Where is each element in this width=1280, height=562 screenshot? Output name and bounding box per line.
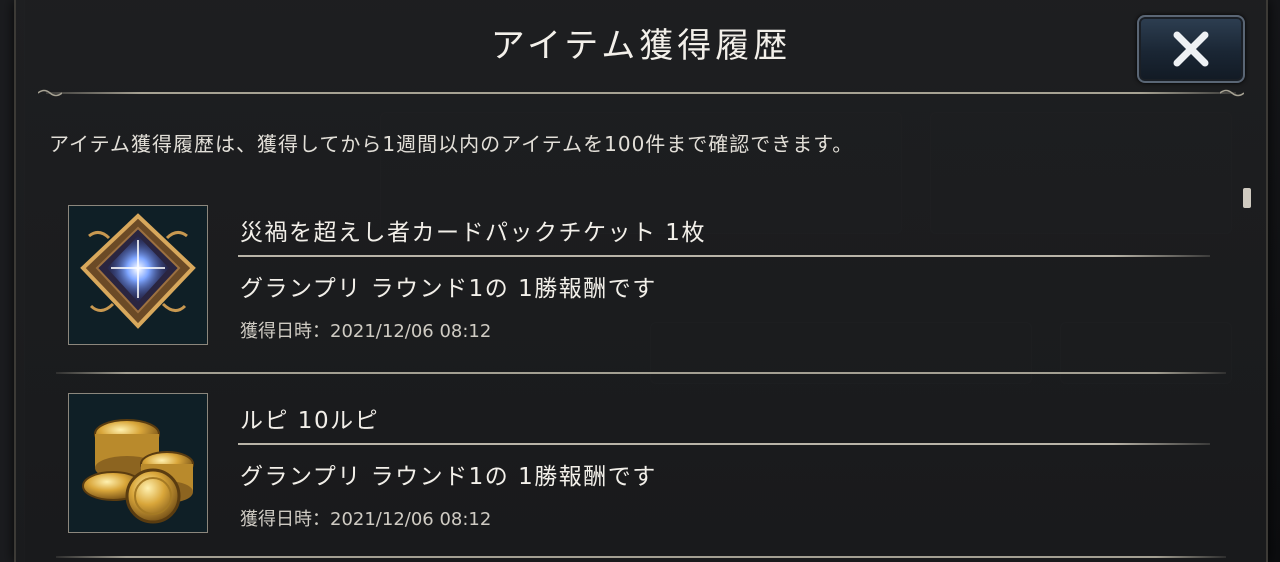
item-source: グランプリ ラウンド1の 1勝報酬です bbox=[240, 464, 657, 490]
card-pack-ticket-crystal-icon bbox=[69, 206, 207, 344]
close-icon bbox=[1173, 31, 1209, 67]
item-name: 災禍を超えし者カードパックチケット 1枚 bbox=[240, 220, 706, 246]
item-history-dialog: アイテム獲得履歴 アイテム獲得履歴は、獲得してから1週間以内のアイテムを100件… bbox=[14, 0, 1268, 562]
item-acquired-date: 獲得日時：2021/12/06 08:12 bbox=[240, 317, 491, 343]
gold-coins-icon bbox=[69, 394, 207, 532]
dialog-title: アイテム獲得履歴 bbox=[490, 26, 792, 66]
item-separator bbox=[238, 255, 1210, 257]
row-divider bbox=[56, 556, 1226, 558]
divider-ornament-icon bbox=[1220, 89, 1244, 97]
item-source: グランプリ ラウンド1の 1勝報酬です bbox=[240, 276, 657, 302]
close-button[interactable] bbox=[1137, 15, 1245, 83]
date-label: 獲得日時： bbox=[240, 321, 330, 342]
item-icon-frame bbox=[68, 205, 208, 345]
row-divider bbox=[56, 372, 1226, 374]
list-item: 災禍を超えし者カードパックチケット 1枚 グランプリ ラウンド1の 1勝報酬です… bbox=[66, 205, 1216, 365]
date-value: 2021/12/06 08:12 bbox=[330, 321, 492, 342]
header-divider bbox=[46, 92, 1236, 94]
scrollbar-thumb[interactable] bbox=[1243, 188, 1251, 208]
divider-ornament-icon bbox=[38, 89, 62, 97]
list-item: ルピ 10ルピ グランプリ ラウンド1の 1勝報酬です 獲得日時：2021/12… bbox=[66, 393, 1216, 553]
date-value: 2021/12/06 08:12 bbox=[330, 509, 492, 530]
item-separator bbox=[238, 443, 1210, 445]
item-acquired-date: 獲得日時：2021/12/06 08:12 bbox=[240, 505, 491, 531]
item-name: ルピ 10ルピ bbox=[240, 408, 380, 434]
dialog-description: アイテム獲得履歴は、獲得してから1週間以内のアイテムを100件まで確認できます。 bbox=[49, 132, 854, 156]
date-label: 獲得日時： bbox=[240, 509, 330, 530]
item-icon-frame bbox=[68, 393, 208, 533]
list-scrollbar[interactable] bbox=[1243, 188, 1251, 562]
